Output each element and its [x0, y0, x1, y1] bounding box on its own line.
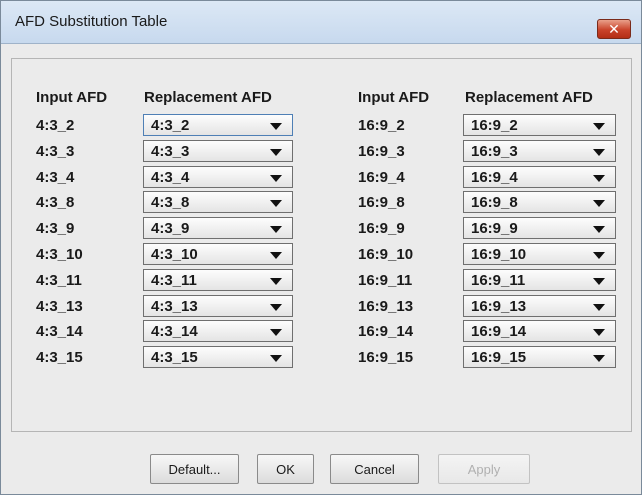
chevron-down-icon[interactable] [270, 304, 282, 311]
right-input-afd-label: 16:9_10 [358, 246, 414, 263]
right-replacement-afd-select[interactable]: 16:9_9 [463, 217, 616, 239]
left-input-afd-label: 4:3_15 [36, 349, 83, 366]
right-replacement-afd-select[interactable]: 16:9_13 [463, 295, 616, 317]
chevron-down-icon[interactable] [270, 252, 282, 259]
selected-value: 4:3_4 [151, 169, 190, 186]
right-replacement-afd-select[interactable]: 16:9_10 [463, 243, 616, 265]
left-replacement-afd-header: Replacement AFD [144, 89, 272, 106]
left-input-afd-label: 4:3_14 [36, 323, 83, 340]
left-replacement-afd-select[interactable]: 4:3_2 [143, 114, 293, 136]
selected-value: 4:3_2 [151, 117, 190, 134]
chevron-down-icon[interactable] [593, 304, 605, 311]
right-input-afd-label: 16:9_2 [358, 117, 405, 134]
chevron-down-icon[interactable] [593, 200, 605, 207]
right-replacement-afd-header: Replacement AFD [465, 89, 593, 106]
left-replacement-afd-select[interactable]: 4:3_14 [143, 320, 293, 342]
chevron-down-icon[interactable] [270, 200, 282, 207]
left-input-afd-label: 4:3_13 [36, 298, 83, 315]
chevron-down-icon[interactable] [593, 329, 605, 336]
chevron-down-icon[interactable] [593, 355, 605, 362]
afd-substitution-dialog: AFD Substitution Table ✕ Input AFD Repla… [0, 0, 642, 495]
chevron-down-icon[interactable] [270, 329, 282, 336]
right-input-afd-label: 16:9_4 [358, 169, 405, 186]
right-replacement-afd-select[interactable]: 16:9_15 [463, 346, 616, 368]
default-button-label: Default... [168, 461, 221, 477]
left-replacement-afd-select[interactable]: 4:3_3 [143, 140, 293, 162]
selected-value: 4:3_14 [151, 323, 198, 340]
chevron-down-icon[interactable] [270, 278, 282, 285]
chevron-down-icon[interactable] [593, 149, 605, 156]
right-input-afd-label: 16:9_9 [358, 220, 405, 237]
ok-button[interactable]: OK [257, 454, 314, 484]
left-replacement-afd-select[interactable]: 4:3_10 [143, 243, 293, 265]
cancel-button[interactable]: Cancel [330, 454, 419, 484]
chevron-down-icon[interactable] [593, 278, 605, 285]
chevron-down-icon[interactable] [593, 226, 605, 233]
selected-value: 4:3_3 [151, 143, 190, 160]
chevron-down-icon[interactable] [593, 123, 605, 130]
selected-value: 16:9_11 [471, 272, 526, 289]
right-input-afd-header: Input AFD [358, 89, 430, 106]
ok-button-label: OK [276, 461, 295, 477]
selected-value: 16:9_14 [471, 323, 527, 340]
right-replacement-afd-select[interactable]: 16:9_3 [463, 140, 616, 162]
close-button[interactable]: ✕ [597, 19, 631, 39]
right-replacement-afd-select[interactable]: 16:9_4 [463, 166, 616, 188]
chevron-down-icon[interactable] [270, 123, 282, 130]
right-input-afd-label: 16:9_15 [358, 349, 414, 366]
selected-value: 4:3_11 [151, 272, 197, 289]
selected-value: 16:9_2 [471, 117, 518, 134]
left-replacement-afd-select[interactable]: 4:3_15 [143, 346, 293, 368]
selected-value: 4:3_10 [151, 246, 198, 263]
right-input-afd-label: 16:9_3 [358, 143, 405, 160]
right-input-afd-label: 16:9_14 [358, 323, 414, 340]
left-replacement-afd-select[interactable]: 4:3_13 [143, 295, 293, 317]
window-title: AFD Substitution Table [15, 13, 168, 30]
right-replacement-afd-select[interactable]: 16:9_2 [463, 114, 616, 136]
left-input-afd-label: 4:3_10 [36, 246, 83, 263]
left-replacement-afd-select[interactable]: 4:3_11 [143, 269, 293, 291]
cancel-button-label: Cancel [354, 461, 395, 477]
title-bar[interactable]: AFD Substitution Table ✕ [1, 1, 641, 44]
chevron-down-icon[interactable] [593, 252, 605, 259]
selected-value: 4:3_13 [151, 298, 198, 315]
chevron-down-icon[interactable] [270, 175, 282, 182]
selected-value: 16:9_15 [471, 349, 527, 366]
right-input-afd-label: 16:9_13 [358, 298, 414, 315]
selected-value: 16:9_13 [471, 298, 527, 315]
selected-value: 16:9_3 [471, 143, 518, 160]
right-input-afd-label: 16:9_8 [358, 194, 405, 211]
close-icon: ✕ [608, 20, 620, 37]
chevron-down-icon[interactable] [270, 355, 282, 362]
selected-value: 4:3_8 [151, 194, 190, 211]
left-input-afd-label: 4:3_9 [36, 220, 75, 237]
chevron-down-icon[interactable] [270, 226, 282, 233]
left-input-afd-header: Input AFD [36, 89, 108, 106]
selected-value: 16:9_8 [471, 194, 518, 211]
left-input-afd-label: 4:3_8 [36, 194, 75, 211]
left-replacement-afd-select[interactable]: 4:3_4 [143, 166, 293, 188]
chevron-down-icon[interactable] [270, 149, 282, 156]
left-input-afd-label: 4:3_2 [36, 117, 75, 134]
left-replacement-afd-select[interactable]: 4:3_8 [143, 191, 293, 213]
selected-value: 16:9_4 [471, 169, 518, 186]
default-button[interactable]: Default... [150, 454, 239, 484]
right-replacement-afd-select[interactable]: 16:9_8 [463, 191, 616, 213]
left-input-afd-label: 4:3_3 [36, 143, 75, 160]
substitution-table-panel: Input AFD Replacement AFD Input AFD Repl… [11, 58, 632, 432]
left-input-afd-label: 4:3_4 [36, 169, 75, 186]
chevron-down-icon[interactable] [593, 175, 605, 182]
right-input-afd-label: 16:9_11 [358, 272, 413, 289]
right-replacement-afd-select[interactable]: 16:9_11 [463, 269, 616, 291]
apply-button[interactable]: Apply [438, 454, 530, 484]
selected-value: 16:9_9 [471, 220, 518, 237]
right-replacement-afd-select[interactable]: 16:9_14 [463, 320, 616, 342]
apply-button-label: Apply [467, 461, 501, 477]
left-input-afd-label: 4:3_11 [36, 272, 82, 289]
selected-value: 4:3_9 [151, 220, 190, 237]
selected-value: 4:3_15 [151, 349, 198, 366]
left-replacement-afd-select[interactable]: 4:3_9 [143, 217, 293, 239]
selected-value: 16:9_10 [471, 246, 527, 263]
